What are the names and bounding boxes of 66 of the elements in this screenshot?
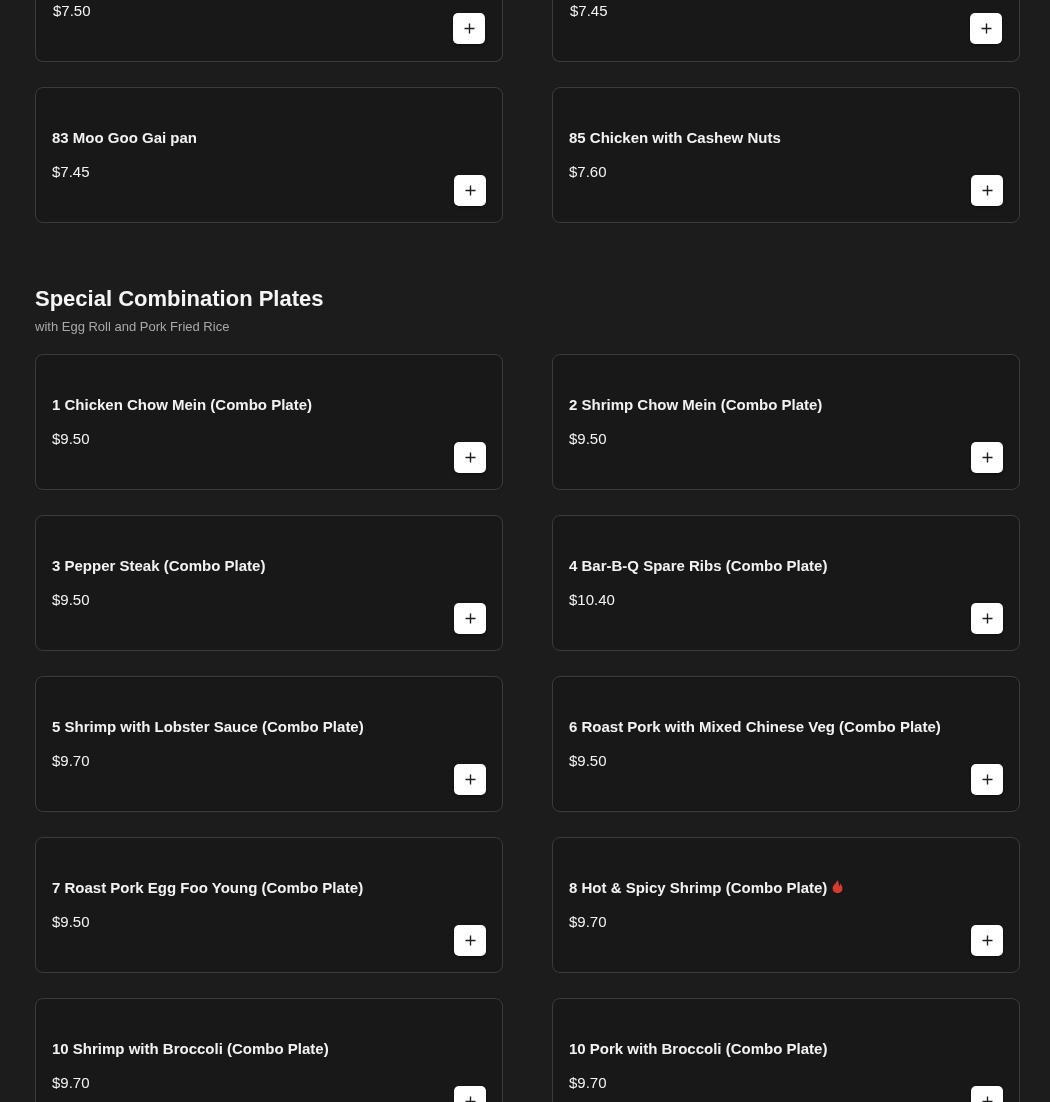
plus-icon xyxy=(981,185,993,196)
item-name: 7 Roast Pork Egg Foo Young (Combo Plate) xyxy=(52,878,364,898)
item-name: 83 Moo Goo Gai pan xyxy=(52,128,197,148)
add-button[interactable] xyxy=(971,764,1003,795)
item-name: 85 Chicken with Cashew Nuts xyxy=(569,128,781,148)
item-price: $10.40 xyxy=(569,590,616,610)
item-price: $9.50 xyxy=(569,751,608,771)
menu-item-card[interactable]: 2 Shrimp Chow Mein (Combo Plate) $9.50 xyxy=(552,354,1020,490)
item-name: 1 Chicken Chow Mein (Combo Plate) xyxy=(52,395,313,415)
menu-item-card[interactable]: 8 Hot & Spicy Shrimp (Combo Plate) $9.70 xyxy=(552,837,1020,973)
plus-icon xyxy=(980,23,992,34)
menu-item-card[interactable]: 7 Roast Pork Egg Foo Young (Combo Plate) $9.50 xyxy=(35,837,503,973)
menu-item-card[interactable]: 6 Roast Pork with Mixed Chinese Veg (Combo Plate) $9.50 xyxy=(552,676,1020,812)
item-name: 5 Shrimp with Lobster Sauce (Combo Plate) xyxy=(52,717,364,737)
plus-icon xyxy=(981,613,993,624)
plus-icon xyxy=(463,23,475,34)
plus-icon xyxy=(464,613,476,624)
add-button[interactable] xyxy=(971,925,1003,956)
menu-item-card[interactable]: 1 Chicken Chow Mein (Combo Plate) $9.50 xyxy=(35,354,503,490)
item-price: $7.45 xyxy=(570,1,608,21)
item-price: $9.50 xyxy=(569,429,608,449)
plus-icon xyxy=(464,774,476,785)
section-title: Special Combination Plates xyxy=(35,285,325,313)
item-price: $9.70 xyxy=(569,912,608,932)
item-name: 8 Hot & Spicy Shrimp (Combo Plate) xyxy=(569,878,828,898)
item-name: 2 Shrimp Chow Mein (Combo Plate) xyxy=(569,395,823,415)
menu-item-card[interactable]: 3 Pepper Steak (Combo Plate) $9.50 xyxy=(35,515,503,651)
item-price: $9.70 xyxy=(569,1073,608,1093)
plus-icon xyxy=(981,774,993,785)
add-button[interactable] xyxy=(453,13,485,44)
menu-item-card[interactable]: 5 Shrimp with Lobster Sauce (Combo Plate) $9.70 xyxy=(35,676,503,812)
item-price: $7.50 xyxy=(53,1,91,21)
add-button[interactable] xyxy=(454,175,486,206)
menu-item-card[interactable]: 10 Shrimp with Broccoli (Combo Plate) $9.70 xyxy=(35,998,503,1102)
add-button[interactable] xyxy=(970,13,1002,44)
add-button[interactable] xyxy=(971,603,1003,634)
item-price: $7.60 xyxy=(569,162,608,182)
add-button[interactable] xyxy=(454,442,486,473)
item-price: $9.50 xyxy=(52,590,91,610)
item-name: 10 Pork with Broccoli (Combo Plate) xyxy=(569,1039,828,1059)
add-button[interactable] xyxy=(454,925,486,956)
plus-icon xyxy=(981,452,993,463)
item-name: 4 Bar-B-Q Spare Ribs (Combo Plate) xyxy=(569,556,828,576)
menu-item-card[interactable]: 4 Bar-B-Q Spare Ribs (Combo Plate) $10.40 xyxy=(552,515,1020,651)
item-price: $9.50 xyxy=(52,429,91,449)
menu-item-card[interactable]: 85 Chicken with Cashew Nuts $7.60 xyxy=(552,87,1020,223)
plus-icon xyxy=(464,452,476,463)
add-button[interactable] xyxy=(454,603,486,634)
plus-icon xyxy=(464,935,476,946)
menu-item-card[interactable]: 10 Pork with Broccoli (Combo Plate) $9.70 xyxy=(552,998,1020,1102)
add-button[interactable] xyxy=(454,764,486,795)
item-price: $9.70 xyxy=(52,1073,91,1093)
item-name: 10 Shrimp with Broccoli (Combo Plate) xyxy=(52,1039,329,1059)
add-button[interactable] xyxy=(971,442,1003,473)
plus-icon xyxy=(464,185,476,196)
section-subtitle: with Egg Roll and Pork Fried Rice xyxy=(35,318,231,336)
plus-icon xyxy=(981,935,993,946)
item-name: 6 Roast Pork with Mixed Chinese Veg (Combo Plate) xyxy=(569,717,941,737)
menu-item-card[interactable]: 83 Moo Goo Gai pan $7.45 xyxy=(35,87,503,223)
item-name: 3 Pepper Steak (Combo Plate) xyxy=(52,556,266,576)
add-button[interactable] xyxy=(971,175,1003,206)
item-price: $7.45 xyxy=(52,162,91,182)
item-price: $9.70 xyxy=(52,751,91,771)
item-price: $9.50 xyxy=(52,912,91,932)
menu-item-card[interactable]: $7.45 xyxy=(552,0,1020,62)
menu-item-card[interactable]: $7.50 xyxy=(35,0,503,62)
